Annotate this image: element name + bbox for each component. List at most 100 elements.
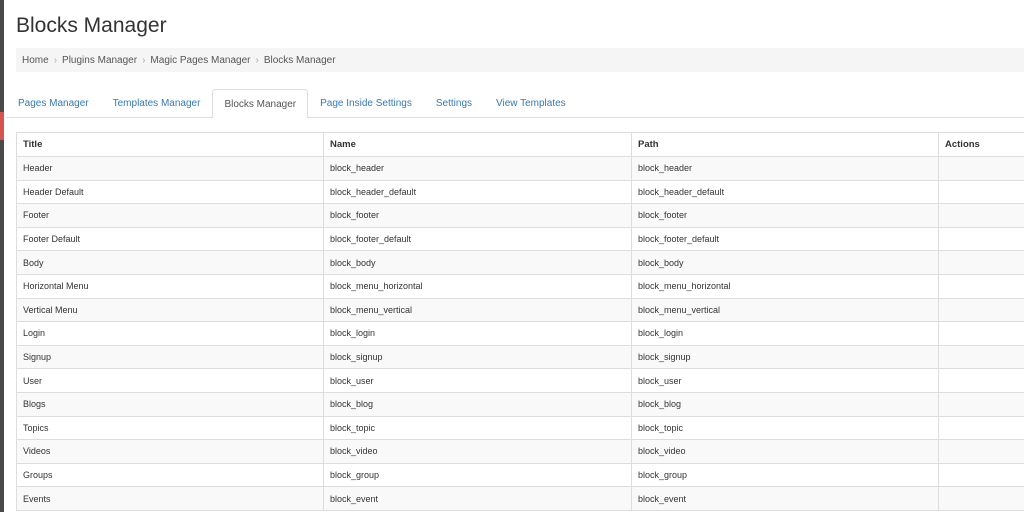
cell-path: block_menu_horizontal bbox=[631, 273, 939, 299]
cell-path: block_body bbox=[631, 250, 939, 275]
cell-path: block_footer_default bbox=[631, 226, 939, 252]
cell-title: Groups bbox=[16, 462, 324, 488]
tab-templates-manager[interactable]: Templates Manager bbox=[101, 89, 213, 117]
column-header-path: Path bbox=[631, 132, 939, 157]
cell-title: Horizontal Menu bbox=[16, 273, 324, 299]
cell-actions bbox=[938, 250, 1024, 275]
cell-actions bbox=[938, 415, 1024, 441]
cell-actions bbox=[938, 226, 1024, 252]
page-title: Blocks Manager bbox=[16, 14, 167, 37]
cell-name: block_login bbox=[323, 321, 632, 346]
table-row: Header Default block_header_default block_… bbox=[16, 179, 1024, 205]
breadcrumb-home[interactable]: Home bbox=[22, 55, 49, 66]
table-row: Topics block_topic block_topic bbox=[16, 415, 1024, 441]
tab-settings[interactable]: Settings bbox=[424, 89, 484, 117]
breadcrumb-separator: › bbox=[142, 54, 146, 66]
cell-name: block_group bbox=[323, 462, 632, 488]
cell-actions bbox=[938, 273, 1024, 299]
breadcrumb-plugins-manager[interactable]: Plugins Manager bbox=[62, 55, 137, 66]
tab-page-inside-settings[interactable]: Page Inside Settings bbox=[308, 89, 424, 117]
table-row: Login block_login block_login bbox=[16, 321, 1024, 346]
cell-title: Videos bbox=[16, 439, 324, 464]
breadcrumb-current: Blocks Manager bbox=[263, 54, 336, 66]
cell-title: Topics bbox=[16, 415, 324, 441]
cell-path: block_header_default bbox=[631, 179, 939, 205]
table-row: Events block_event block_event bbox=[16, 486, 1024, 511]
cell-title: Login bbox=[16, 321, 324, 346]
cell-path: block_video bbox=[631, 439, 939, 464]
cell-actions bbox=[938, 462, 1024, 488]
cell-title: Blogs bbox=[16, 391, 324, 417]
cell-title: Body bbox=[16, 250, 324, 275]
breadcrumb-separator: › bbox=[53, 54, 58, 66]
cell-name: block_menu_vertical bbox=[323, 297, 632, 323]
column-header-title: Title bbox=[16, 132, 324, 157]
table-row: Header block_header block_header bbox=[16, 156, 1024, 181]
table-header-row: Title Name Path Actions bbox=[16, 132, 1024, 157]
breadcrumb-separator: › bbox=[255, 54, 259, 66]
cell-actions bbox=[938, 321, 1024, 346]
breadcrumb: Home › Plugins Manager › Magic Pages Man… bbox=[16, 48, 1024, 72]
cell-name: block_footer_default bbox=[323, 226, 632, 252]
table-row: Horizontal Menu block_menu_horizontal bloc… bbox=[16, 273, 1024, 299]
cell-path: block_header bbox=[631, 156, 939, 181]
cell-actions bbox=[938, 368, 1024, 393]
table-row: Vertical Menu block_menu_vertical block_me… bbox=[16, 297, 1024, 323]
cell-actions bbox=[938, 344, 1024, 370]
cell-path: block_footer bbox=[631, 203, 939, 228]
left-sidebar-edge bbox=[0, 0, 4, 512]
cell-path: block_menu_vertical bbox=[631, 297, 939, 323]
breadcrumb-magic-pages-manager[interactable]: Magic Pages Manager bbox=[150, 55, 250, 66]
cell-title: Header bbox=[16, 156, 324, 181]
table-body: Header block_header block_header Header Def… bbox=[16, 156, 1024, 511]
cell-path: block_user bbox=[631, 368, 939, 393]
tab-pages-manager[interactable]: Pages Manager bbox=[6, 89, 101, 117]
blocks-table-container: Title Name Path Actions Header block_head… bbox=[16, 132, 1024, 511]
table-row: Signup block_signup block_signup bbox=[16, 344, 1024, 370]
cell-title: Vertical Menu bbox=[16, 297, 324, 323]
tab-blocks-manager[interactable]: Blocks Manager bbox=[212, 89, 309, 118]
cell-actions bbox=[938, 297, 1024, 323]
cell-name: block_footer bbox=[323, 203, 632, 228]
cell-actions bbox=[938, 156, 1024, 181]
table-row: Body block_body block_body bbox=[16, 250, 1024, 275]
cell-path: block_blog bbox=[631, 391, 939, 417]
cell-actions bbox=[938, 391, 1024, 417]
cell-name: block_blog bbox=[323, 391, 632, 417]
table-row: Videos block_video block_video bbox=[16, 439, 1024, 464]
cell-name: block_menu_horizontal bbox=[323, 273, 632, 299]
cell-name: block_video bbox=[323, 439, 632, 464]
cell-actions bbox=[938, 486, 1024, 511]
tab-view-templates[interactable]: View Templates bbox=[484, 89, 578, 117]
cell-path: block_topic bbox=[631, 415, 939, 441]
cell-name: block_topic bbox=[323, 415, 632, 441]
cell-name: block_event bbox=[323, 486, 632, 511]
cell-title: Events bbox=[16, 486, 324, 511]
column-header-actions: Actions bbox=[938, 132, 1024, 157]
cell-title: Footer bbox=[16, 203, 324, 228]
table-row: Groups block_group block_group bbox=[16, 462, 1024, 488]
cell-actions bbox=[938, 439, 1024, 464]
cell-title: Header Default bbox=[16, 179, 324, 205]
left-sidebar-active-marker bbox=[0, 112, 4, 140]
blocks-table: Title Name Path Actions Header block_head… bbox=[16, 132, 1024, 511]
cell-path: block_event bbox=[631, 486, 939, 511]
table-row: Blogs block_blog block_blog bbox=[16, 391, 1024, 417]
cell-name: block_user bbox=[323, 368, 632, 393]
tab-bar: Pages Manager Templates Manager Blocks M… bbox=[6, 89, 1024, 118]
column-header-name: Name bbox=[323, 132, 632, 157]
table-row: User block_user block_user bbox=[16, 368, 1024, 393]
cell-name: block_header bbox=[323, 156, 632, 181]
cell-actions bbox=[938, 203, 1024, 228]
cell-actions bbox=[938, 179, 1024, 205]
cell-path: block_login bbox=[631, 321, 939, 346]
cell-name: block_header_default bbox=[323, 179, 632, 205]
cell-path: block_signup bbox=[631, 344, 939, 370]
cell-name: block_body bbox=[323, 250, 632, 275]
table-row: Footer Default block_footer_default block_… bbox=[16, 226, 1024, 252]
table-row: Footer block_footer block_footer bbox=[16, 203, 1024, 228]
cell-title: User bbox=[16, 368, 324, 393]
cell-title: Signup bbox=[16, 344, 324, 370]
cell-name: block_signup bbox=[323, 344, 632, 370]
cell-path: block_group bbox=[631, 462, 939, 488]
